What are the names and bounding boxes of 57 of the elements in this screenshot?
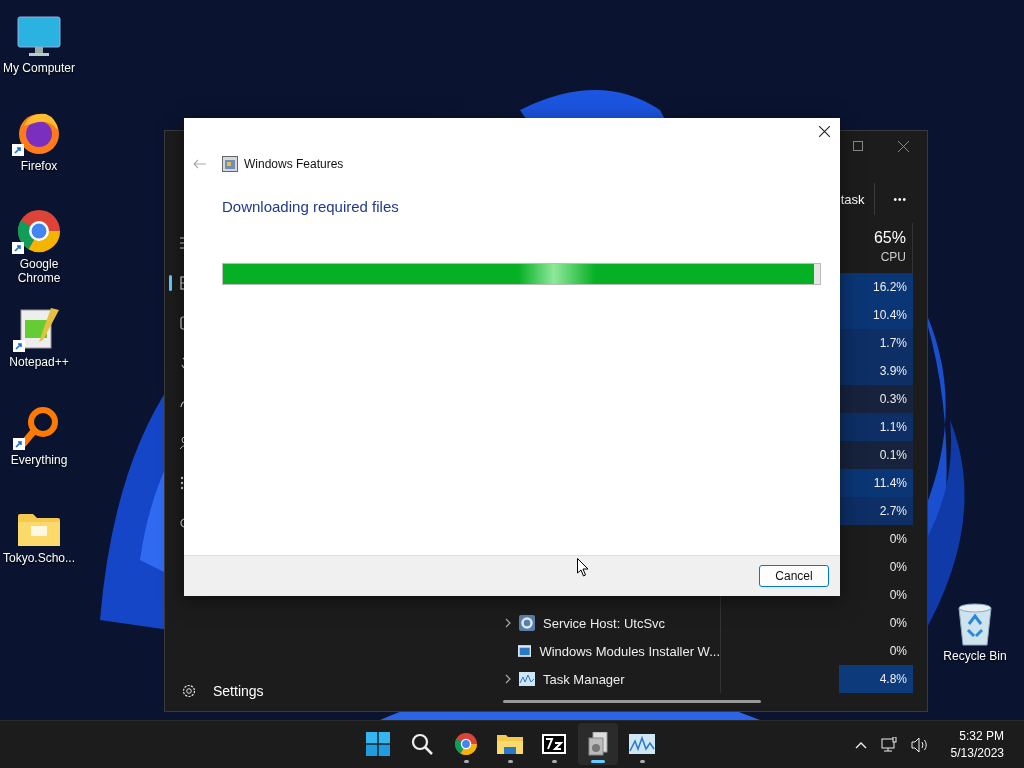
search-icon[interactable] <box>411 733 433 755</box>
windows-logo-icon[interactable] <box>366 732 390 756</box>
process-name: Task Manager <box>543 671 625 687</box>
desktop-icon-label[interactable]: Firefox <box>1 159 77 173</box>
cpu-cell: 0.1% <box>839 441 913 469</box>
window-icon <box>222 156 238 172</box>
chevron-icon[interactable] <box>505 618 511 628</box>
cpu-total: 65% <box>873 229 906 247</box>
cpu-cell: 4.8% <box>839 665 913 693</box>
chart-window-icon[interactable] <box>629 734 655 754</box>
scrollbar-thumb[interactable] <box>503 699 761 703</box>
folder-icon <box>17 512 61 548</box>
folder-icon[interactable] <box>497 733 523 755</box>
window-icon <box>518 644 532 658</box>
speaker-icon[interactable] <box>910 737 929 753</box>
process-name: Windows Modules Installer W... <box>539 643 720 659</box>
monitor-icon <box>17 16 61 58</box>
cpu-cell: 3.9% <box>839 357 913 385</box>
desktop-icon-label[interactable]: My Computer <box>1 61 77 75</box>
cpu-cell: 2.7% <box>839 497 913 525</box>
selection-indicator <box>169 275 172 291</box>
desktop-icon-label[interactable]: Tokyo.Scho... <box>1 551 77 565</box>
chevron-icon[interactable] <box>505 674 511 684</box>
clock-date[interactable]: 5/13/2023 <box>950 745 1004 762</box>
cpu-cell: 0.3% <box>839 385 913 413</box>
cpu-cell: 11.4% <box>839 469 913 497</box>
network-icon[interactable] <box>880 737 897 753</box>
process-name: Service Host: UtcSvc <box>543 615 666 631</box>
recycle-bin-icon <box>956 602 994 646</box>
notepad-icon <box>17 306 61 352</box>
column-header[interactable]: CPU <box>880 250 906 264</box>
desktop-icon-label[interactable]: Notepad++ <box>1 355 77 369</box>
cpu-cell: 16.2% <box>839 273 913 301</box>
cpu-cell: 1.1% <box>839 413 913 441</box>
gear-icon <box>519 615 535 631</box>
archive-icon[interactable] <box>542 734 566 754</box>
cpu-cell: 10.4% <box>839 301 913 329</box>
run-task-button[interactable]: task <box>840 191 865 207</box>
more-options-button[interactable]: ••• <box>885 189 915 209</box>
settings-icon[interactable] <box>181 683 197 699</box>
cursor-icon <box>577 558 589 577</box>
chrome-icon[interactable] <box>454 732 478 756</box>
maximize-icon[interactable] <box>853 141 863 151</box>
clock-time[interactable]: 5:32 PM <box>959 728 1004 745</box>
desktop-icon-label[interactable]: Google Chrome <box>1 257 77 285</box>
desktop-icon-label[interactable]: Recycle Bin <box>937 649 1013 663</box>
dialog-title: Windows Features <box>244 157 344 171</box>
desktop-icon-label[interactable]: Everything <box>1 453 77 467</box>
settings-link[interactable]: Settings <box>213 683 264 699</box>
chrome-icon <box>16 208 62 254</box>
status-heading: Downloading required files <box>222 198 400 215</box>
installer-icon[interactable] <box>587 732 609 756</box>
chart-window-icon <box>519 672 535 686</box>
cancel-button[interactable]: Cancel <box>759 565 829 587</box>
chevron-up-icon[interactable] <box>854 741 867 749</box>
close-icon[interactable] <box>819 126 830 137</box>
cpu-cell: 1.7% <box>839 329 913 357</box>
